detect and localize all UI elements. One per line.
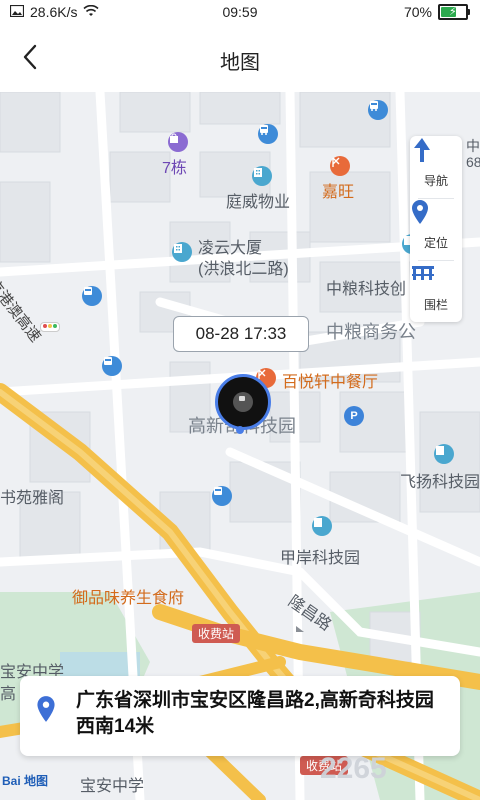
bus-stop-icon[interactable] (102, 356, 122, 376)
page-title: 地图 (220, 52, 260, 74)
device-icon (233, 392, 253, 412)
watermark: 2265 (320, 752, 387, 785)
poi-label: 庭威物业 (226, 194, 291, 211)
bus-stop-icon[interactable] (212, 486, 232, 506)
poi-label: 飞扬科技园 (400, 474, 480, 491)
poi-label: 中粮科技创 (326, 281, 407, 298)
location-pin-icon (410, 200, 462, 234)
address-card: 广东省深圳市宝安区隆昌路2,高新奇科技园西南14米 (20, 676, 460, 756)
poi-label: 中粮商务公 (326, 322, 416, 342)
bus-stop-icon[interactable] (82, 286, 102, 306)
building-icon[interactable] (434, 444, 454, 464)
poi-label: 御品味养生食府 (72, 590, 185, 607)
battery-percent: 70% (403, 4, 432, 20)
building-icon[interactable] (172, 242, 192, 262)
bus-stop-icon[interactable] (258, 124, 278, 144)
navigate-button[interactable]: 导航 (410, 136, 462, 198)
poi-label: 7栋 (162, 160, 187, 177)
fence-label: 围栏 (423, 298, 448, 312)
battery-icon: ⚡ (438, 4, 470, 20)
locate-button[interactable]: 定位 (410, 198, 462, 260)
fence-icon (410, 266, 462, 296)
device-location-marker[interactable] (215, 374, 271, 430)
baidu-map-logo: Bai 地图 (2, 774, 49, 788)
map-view[interactable]: 7栋 庭威物业 嘉旺 凌云大厦 (洪浪北二路) 中粮科技创 中粮商务公 百悦轩中… (0, 92, 480, 800)
marker-point (236, 426, 244, 434)
locate-label: 定位 (423, 236, 448, 250)
building-icon[interactable] (252, 166, 272, 186)
poi-label: (洪浪北二路) (198, 261, 289, 278)
navigate-label: 导航 (423, 174, 448, 188)
restaurant-icon[interactable] (330, 156, 350, 176)
poi-label: 甲岸科技园 (280, 550, 361, 567)
poi-label: 书苑雅阁 (0, 490, 65, 507)
navigation-icon (410, 138, 462, 172)
poi-label: 宝安中学 (80, 778, 145, 795)
poi-label: 嘉旺 (322, 184, 355, 201)
map-control-panel: 导航 定位 围栏 (410, 136, 462, 322)
status-bar: 28.6K/s 09:59 70% ⚡ (0, 0, 480, 26)
address-text: 广东省深圳市宝安区隆昌路2,高新奇科技园西南14米 (76, 690, 434, 737)
poi-label: 高 (0, 686, 17, 703)
poi-label: 百悦轩中餐厅 (282, 374, 379, 391)
toll-station-badge: 收费站 (192, 624, 241, 643)
parking-icon[interactable]: P (344, 406, 364, 426)
title-bar: 地图 (0, 26, 480, 92)
building-icon[interactable] (312, 516, 332, 536)
bus-stop-icon[interactable] (368, 100, 388, 120)
location-time-bubble: 08-28 17:33 (173, 316, 309, 352)
poi-label: 中 68 (466, 138, 480, 170)
fence-button[interactable]: 围栏 (410, 260, 462, 322)
shopping-icon[interactable] (168, 132, 188, 152)
